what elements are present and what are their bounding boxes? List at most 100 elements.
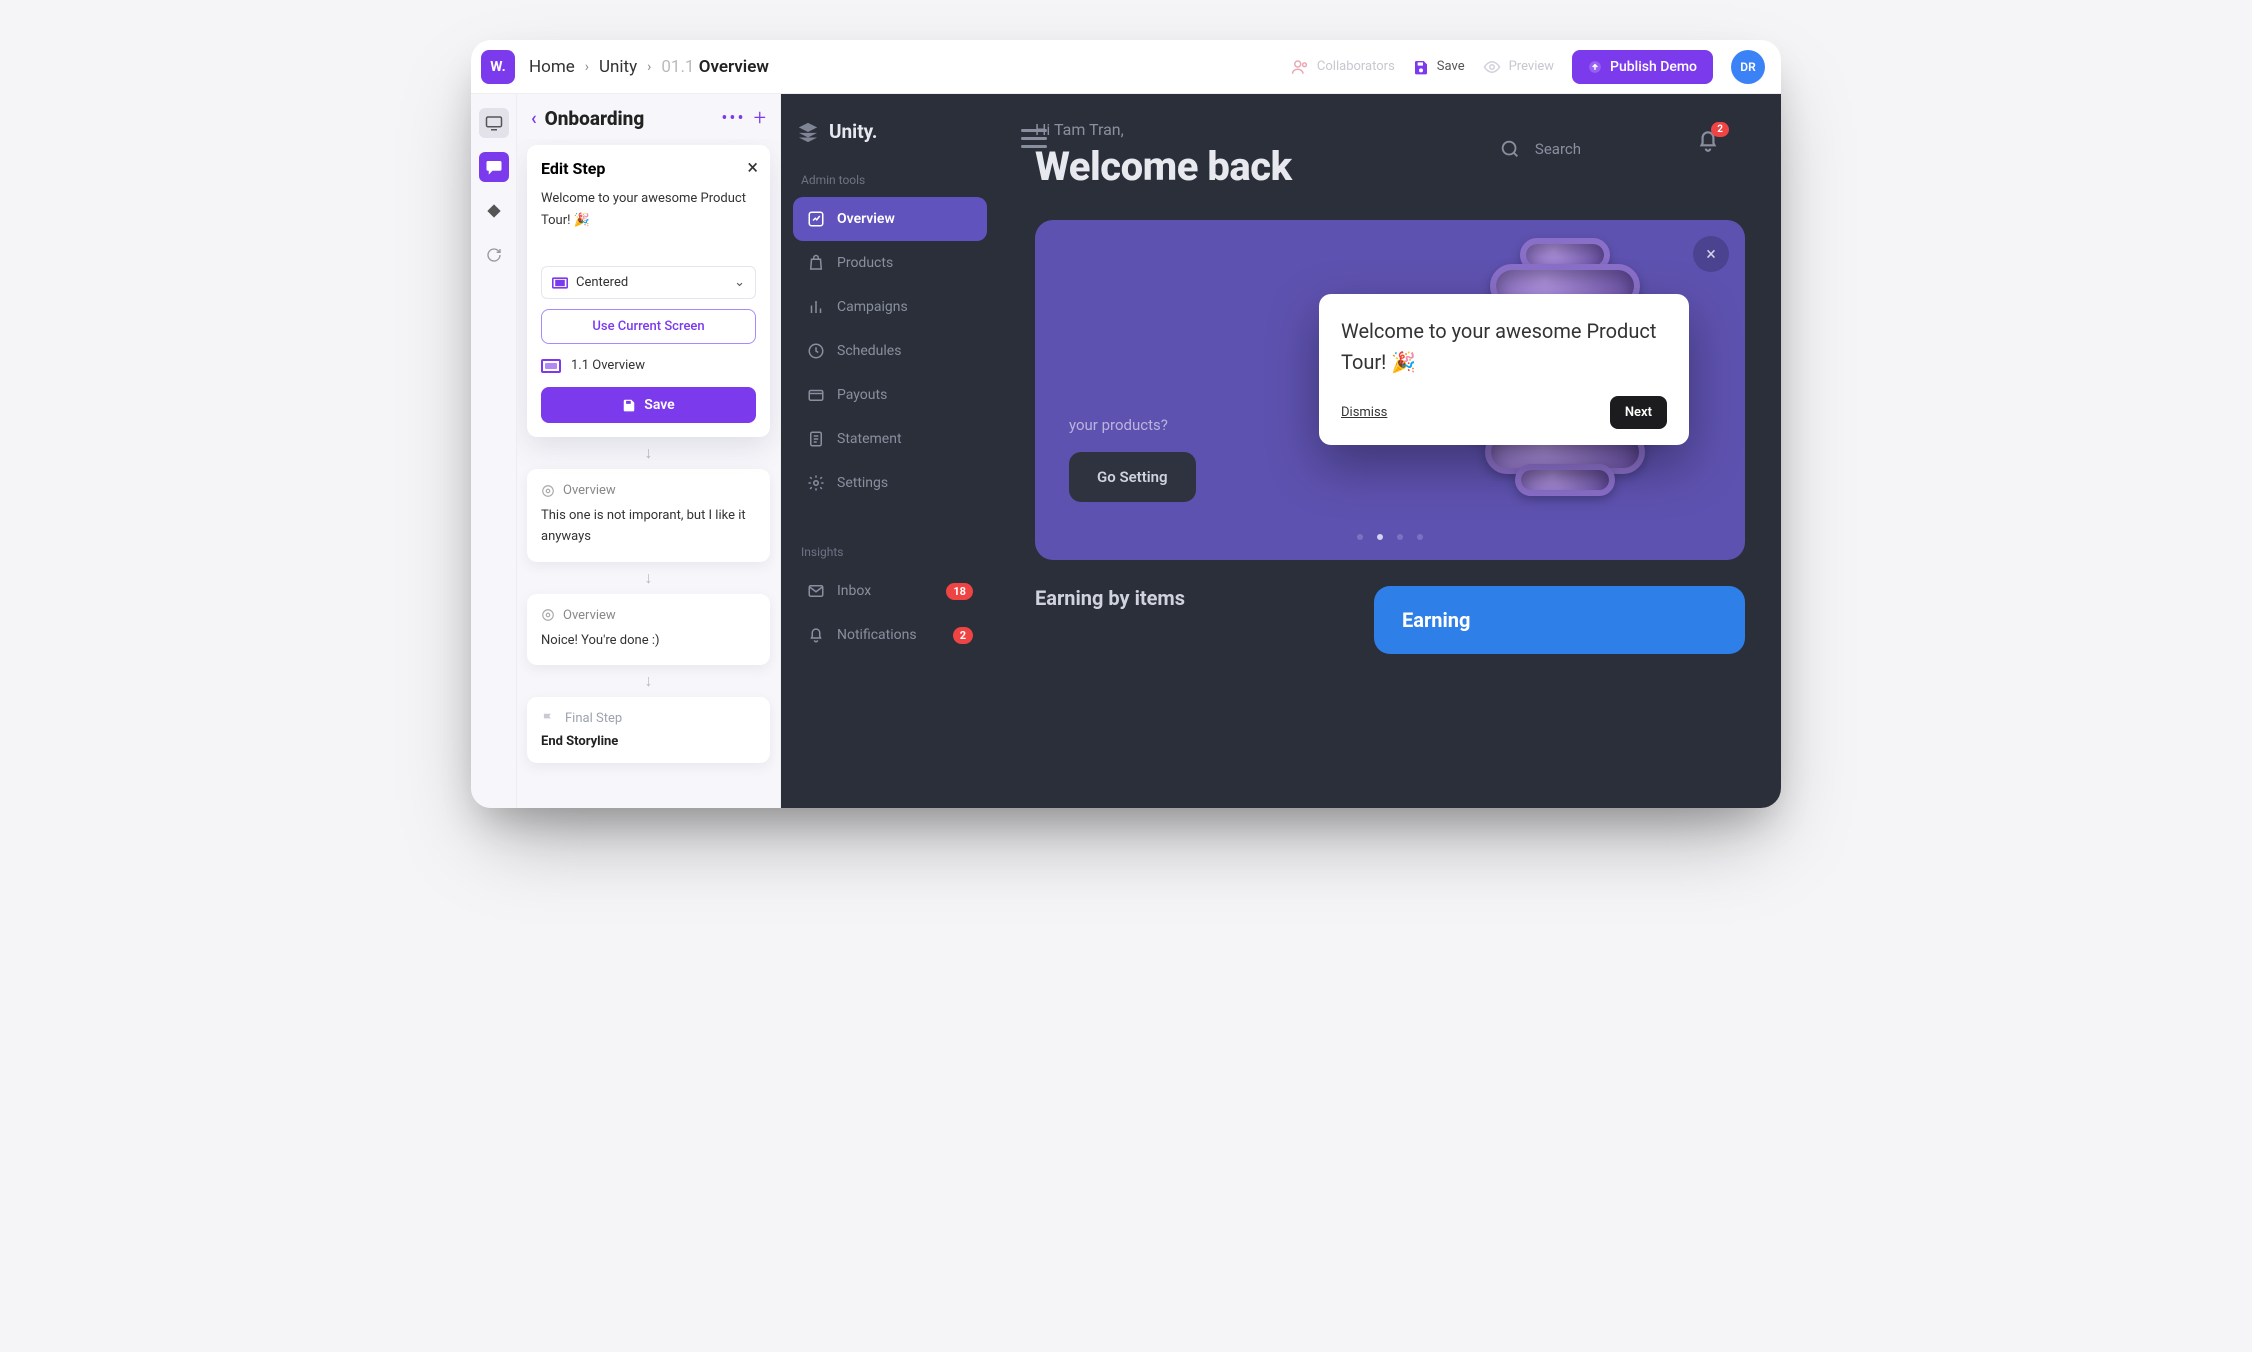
nav-label: Notifications: [837, 627, 917, 643]
demo-main: Hi Tam Tran, Welcome back Search 2 × you…: [999, 94, 1781, 808]
target-icon: [541, 484, 555, 498]
section-label: Admin tools: [801, 173, 979, 187]
nav-label: Overview: [837, 211, 895, 227]
final-step-card[interactable]: Final Step End Storyline: [527, 697, 770, 763]
earning-card[interactable]: Earning: [1374, 586, 1745, 654]
preview-label: Preview: [1509, 59, 1554, 74]
badge: 18: [946, 583, 973, 600]
rail-sync[interactable]: [479, 240, 509, 270]
nav-label: Products: [837, 255, 893, 271]
search-placeholder: Search: [1535, 140, 1581, 158]
breadcrumb-home[interactable]: Home: [529, 57, 575, 77]
bell-icon: [807, 626, 825, 644]
collaborators-label: Collaborators: [1317, 59, 1395, 74]
chevron-right-icon: ›: [647, 59, 651, 75]
close-icon[interactable]: ×: [747, 157, 758, 177]
step-title: Overview: [563, 608, 616, 623]
badge: 2: [953, 627, 973, 644]
search-input[interactable]: Search: [1499, 138, 1581, 160]
nav-overview[interactable]: Overview: [793, 197, 987, 241]
publish-button[interactable]: Publish Demo: [1572, 50, 1713, 84]
nav-notifications[interactable]: Notifications 2: [793, 613, 987, 657]
nav-label: Inbox: [837, 583, 871, 599]
next-button[interactable]: Next: [1610, 396, 1667, 429]
carousel-pager[interactable]: [1357, 534, 1423, 540]
save-step-button[interactable]: Save: [541, 387, 756, 423]
chevron-down-icon: ⌄: [734, 275, 745, 290]
nav-campaigns[interactable]: Campaigns: [793, 285, 987, 329]
final-step-label: Final Step: [565, 711, 622, 726]
tool-rail: [471, 94, 517, 808]
position-select[interactable]: Centered ⌄: [541, 266, 756, 299]
nav-label: Schedules: [837, 343, 901, 359]
avatar[interactable]: DR: [1731, 50, 1765, 84]
use-current-screen-button[interactable]: Use Current Screen: [541, 309, 756, 344]
nav-settings[interactable]: Settings: [793, 461, 987, 505]
rail-steps[interactable]: [479, 152, 509, 182]
breadcrumb-page[interactable]: 01.1 Overview: [661, 57, 769, 77]
eye-icon: [1483, 60, 1501, 74]
notifications-button[interactable]: 2: [1695, 128, 1721, 158]
breadcrumb-project[interactable]: Unity: [599, 57, 637, 77]
step-title: Overview: [563, 483, 616, 498]
dismiss-button[interactable]: Dismiss: [1341, 405, 1387, 420]
target-icon: [541, 608, 555, 622]
demo-brand: Unity.: [797, 120, 983, 143]
clock-icon: [807, 342, 825, 360]
final-step-body: End Storyline: [541, 734, 756, 749]
back-button[interactable]: ‹: [531, 108, 537, 129]
edit-step-title: Edit Step: [541, 159, 756, 178]
linked-screen[interactable]: 1.1 Overview: [541, 358, 756, 373]
linked-screen-label: 1.1 Overview: [571, 358, 645, 373]
nav-label: Statement: [837, 431, 902, 447]
save-label: Save: [1437, 59, 1465, 74]
editor-panel: ‹ Onboarding ••• + × Edit Step Welcome t…: [517, 94, 781, 808]
step-body: This one is not imporant, but I like it …: [541, 506, 756, 548]
breadcrumb-page-prefix: 01.1: [661, 57, 694, 77]
nav-label: Campaigns: [837, 299, 908, 315]
step-text-input[interactable]: Welcome to your awesome Product Tour! 🎉: [541, 188, 756, 258]
arrow-down-icon: ↓: [527, 665, 770, 697]
chat-icon: [485, 159, 503, 175]
search-icon: [1499, 138, 1521, 160]
nav-schedules[interactable]: Schedules: [793, 329, 987, 373]
step-card[interactable]: Overview Noice! You're done :): [527, 594, 770, 666]
earning-card-title: Earning: [1402, 608, 1717, 632]
tour-popup: Welcome to your awesome Product Tour! 🎉 …: [1319, 294, 1689, 445]
demo-app: Unity. Admin tools Overview Products Cam…: [781, 94, 1781, 808]
tour-text: Welcome to your awesome Product Tour! 🎉: [1341, 316, 1667, 378]
save-icon: [1413, 59, 1429, 75]
document-icon: [807, 430, 825, 448]
app-logo[interactable]: W.: [481, 50, 515, 84]
go-setting-button[interactable]: Go Setting: [1069, 452, 1196, 502]
save-icon: [622, 398, 636, 412]
welcome-heading: Welcome back: [1035, 143, 1745, 190]
publish-label: Publish Demo: [1610, 59, 1697, 75]
collaborators-button[interactable]: Collaborators: [1291, 59, 1395, 75]
rail-screens[interactable]: [479, 108, 509, 138]
demo-brand-label: Unity.: [829, 120, 877, 143]
more-options-button[interactable]: •••: [721, 108, 745, 129]
arrow-down-icon: ↓: [527, 562, 770, 594]
topbar-actions: Collaborators Save Preview Publish Demo …: [1291, 50, 1765, 84]
app-window: W. Home › Unity › 01.1 Overview Collabor…: [471, 40, 1781, 808]
breadcrumb: Home › Unity › 01.1 Overview: [529, 57, 769, 77]
nav-payouts[interactable]: Payouts: [793, 373, 987, 417]
flag-icon: [541, 712, 555, 726]
nav-statement[interactable]: Statement: [793, 417, 987, 461]
layers-icon: [797, 121, 819, 143]
save-button[interactable]: Save: [1413, 59, 1465, 75]
close-icon[interactable]: ×: [1693, 236, 1729, 272]
step-card[interactable]: Overview This one is not imporant, but I…: [527, 469, 770, 562]
mail-icon: [807, 582, 825, 600]
badge: 2: [1711, 122, 1729, 137]
bag-icon: [807, 254, 825, 272]
add-step-button[interactable]: +: [754, 106, 766, 131]
preview-button[interactable]: Preview: [1483, 59, 1554, 74]
nav-label: Settings: [837, 475, 888, 491]
demo-sidebar: Unity. Admin tools Overview Products Cam…: [781, 94, 999, 808]
main-layout: ‹ Onboarding ••• + × Edit Step Welcome t…: [471, 94, 1781, 808]
rail-layers[interactable]: [479, 196, 509, 226]
nav-inbox[interactable]: Inbox 18: [793, 569, 987, 613]
nav-products[interactable]: Products: [793, 241, 987, 285]
